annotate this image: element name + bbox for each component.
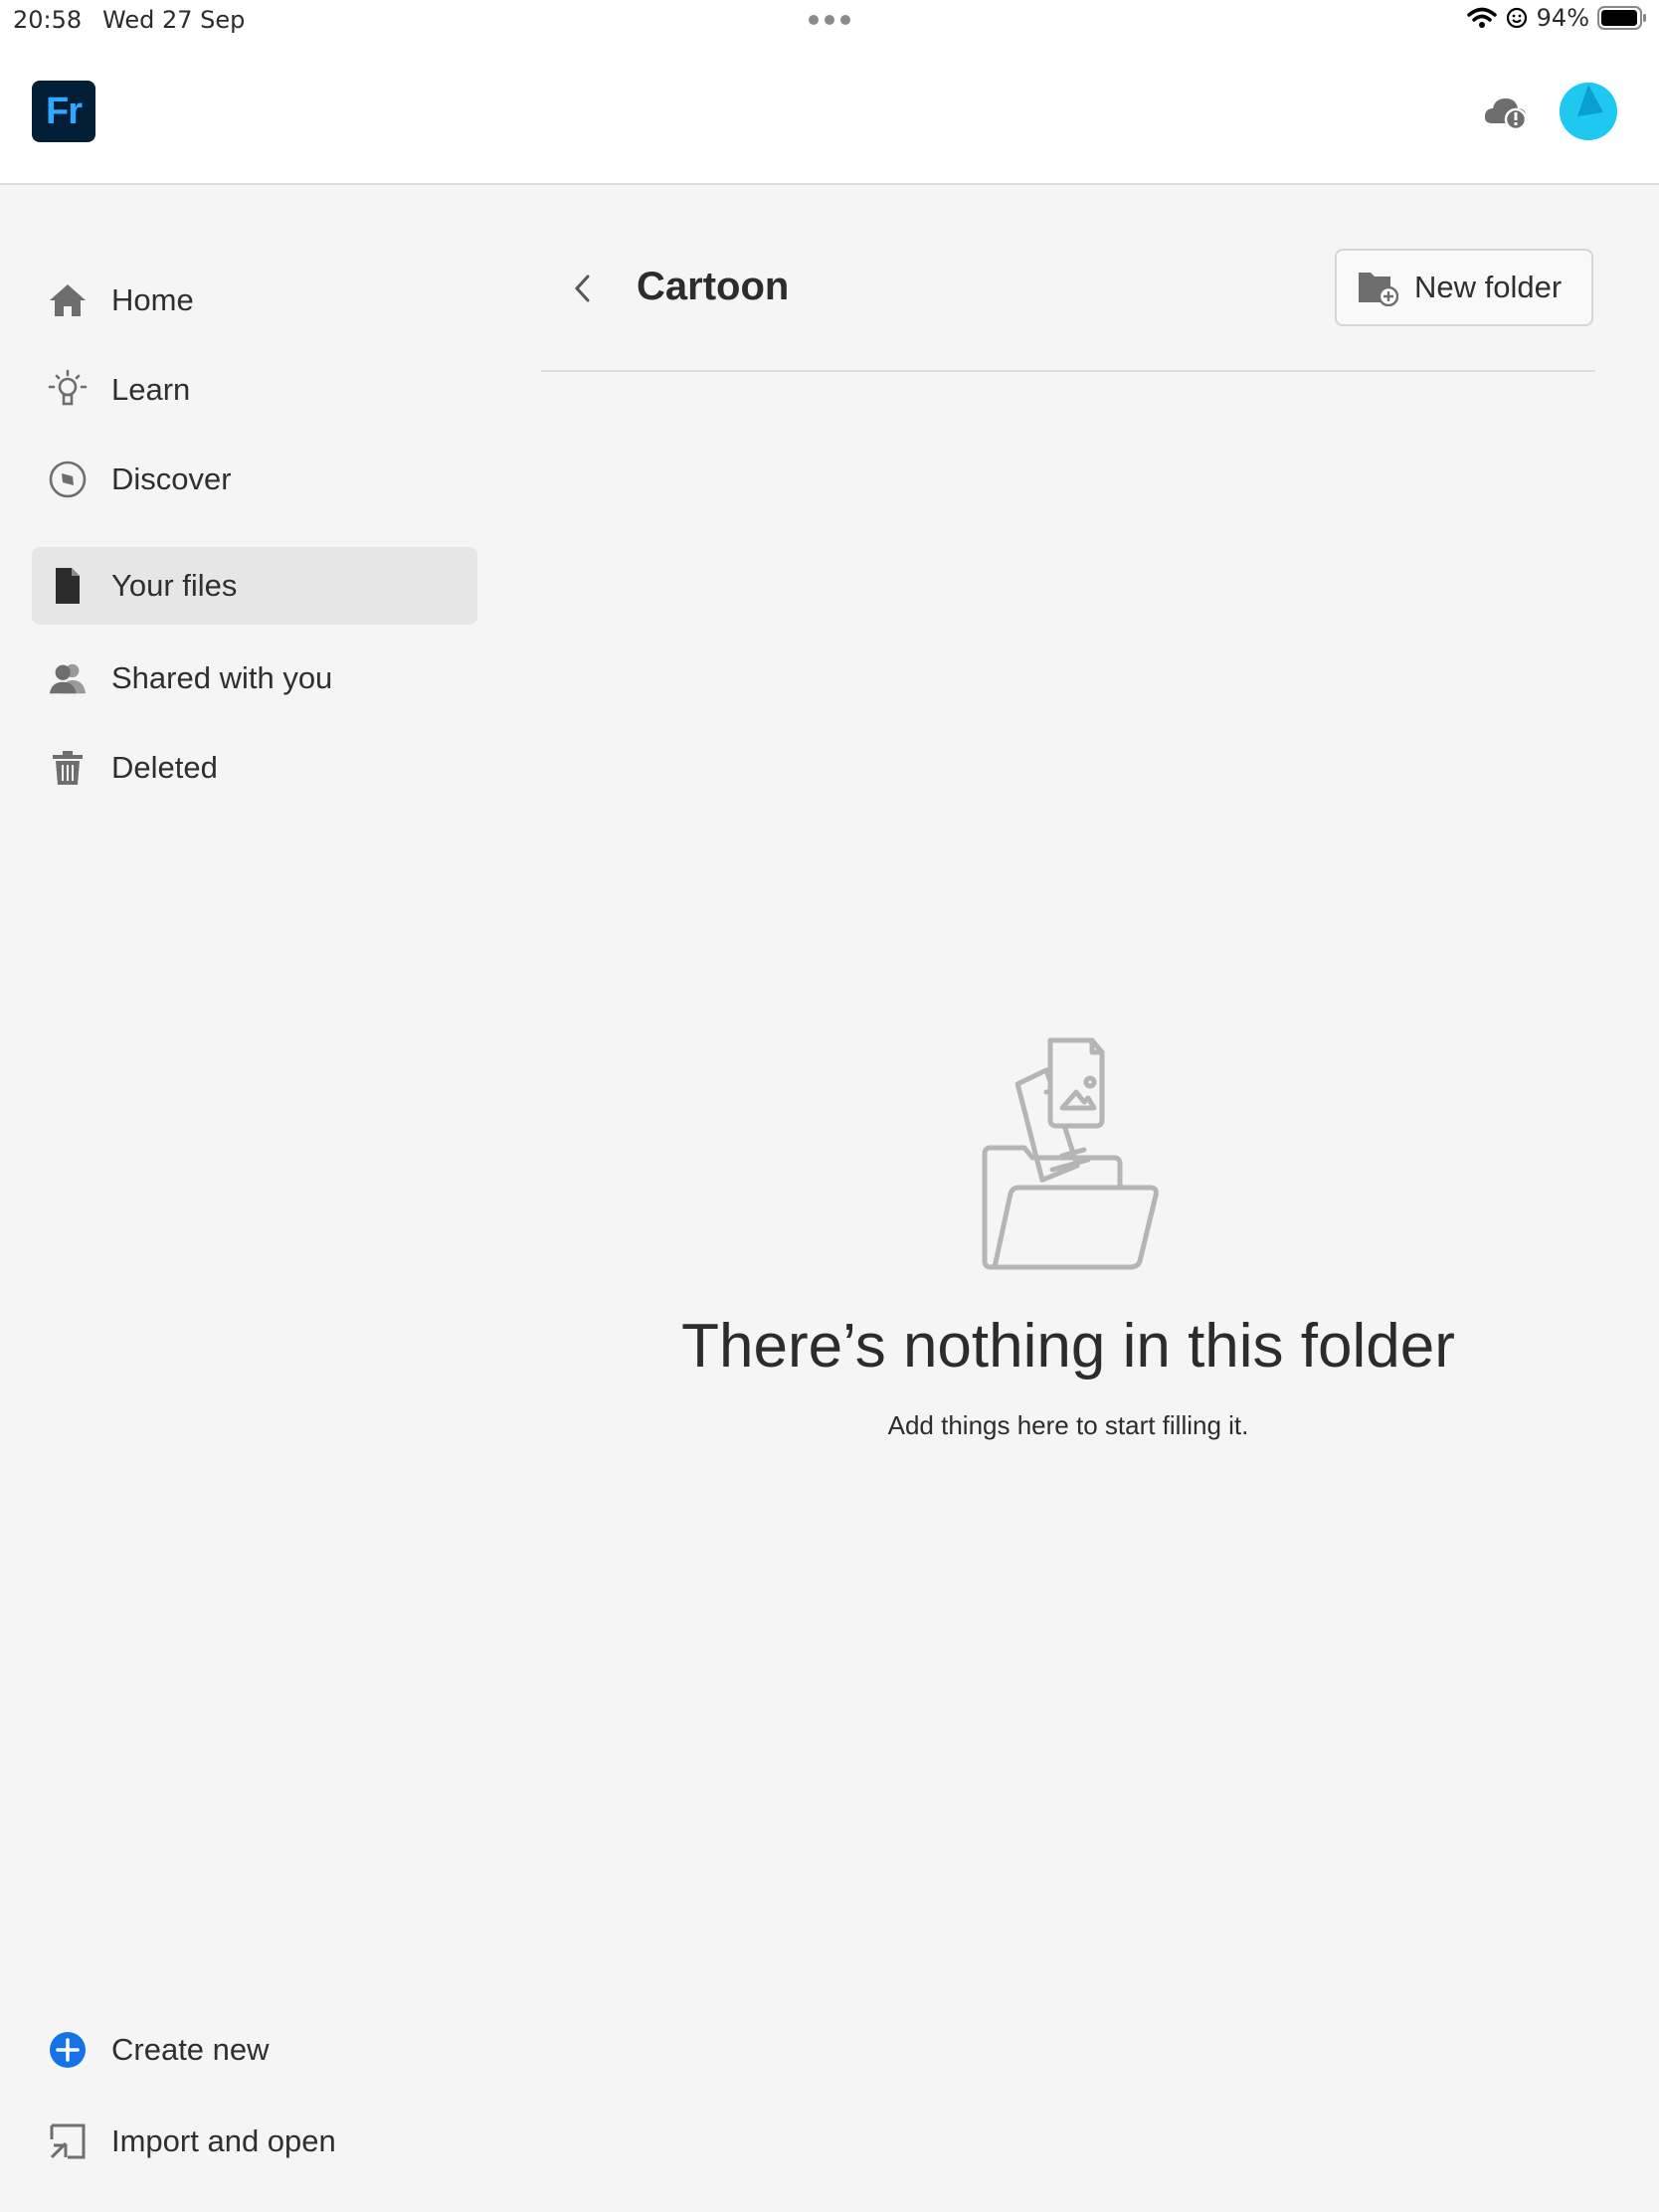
create-new-button[interactable]: Create new	[32, 2015, 270, 2085]
empty-folder-illustration	[982, 1037, 1159, 1270]
sidebar-item-deleted[interactable]: Deleted	[32, 729, 477, 807]
lightbulb-icon	[48, 369, 88, 410]
folder-add-icon	[1359, 273, 1398, 306]
home-icon	[48, 280, 88, 320]
sidebar-item-label: Home	[111, 282, 194, 317]
document-icon	[48, 566, 88, 606]
page-title: Cartoon	[637, 265, 790, 308]
avatar[interactable]	[1560, 83, 1617, 140]
plus-circle-icon	[48, 2030, 88, 2070]
sidebar-item-label: Deleted	[111, 750, 218, 785]
compass-icon	[48, 460, 88, 499]
sidebar-item-learn[interactable]: Learn	[32, 351, 477, 429]
header-divider	[541, 370, 1595, 372]
status-indicators: 94%	[1466, 4, 1647, 32]
sidebar-item-label: Learn	[111, 372, 191, 407]
create-new-label: Create new	[111, 2032, 270, 2067]
app-header: Fr	[0, 40, 1659, 185]
import-icon	[48, 2121, 88, 2161]
cloud-sync-warning-icon[interactable]	[1482, 92, 1532, 131]
sidebar-item-shared-with-you[interactable]: Shared with you	[32, 640, 477, 717]
new-folder-label: New folder	[1414, 270, 1563, 304]
avatar-image	[1560, 83, 1617, 140]
battery-icon	[1597, 6, 1646, 30]
sidebar-item-home[interactable]: Home	[32, 262, 477, 339]
sidebar-item-label: Discover	[111, 461, 232, 496]
wifi-icon	[1466, 7, 1497, 28]
import-and-open-label: Import and open	[111, 2123, 336, 2158]
fresco-logo[interactable]: Fr	[32, 81, 95, 142]
chevron-left-icon	[574, 275, 590, 302]
new-folder-button[interactable]: New folder	[1335, 249, 1593, 326]
status-bar: 20:58 Wed 27 Sep 94%	[0, 0, 1659, 40]
focus-smiley-icon	[1506, 7, 1527, 29]
people-icon	[48, 658, 88, 698]
sidebar-item-discover[interactable]: Discover	[32, 441, 477, 518]
import-and-open-button[interactable]: Import and open	[32, 2107, 336, 2176]
multitasking-dots-icon[interactable]	[808, 14, 851, 26]
status-time: 20:58	[13, 6, 83, 34]
sidebar-item-label: Your files	[111, 568, 238, 603]
battery-percent: 94%	[1536, 4, 1589, 32]
empty-state-title: There’s nothing in this folder	[681, 1312, 1455, 1381]
sidebar-item-label: Shared with you	[111, 660, 333, 695]
empty-state-subtitle: Add things here to start filling it.	[887, 1410, 1249, 1440]
back-button[interactable]	[559, 265, 607, 312]
status-date: Wed 27 Sep	[102, 6, 246, 34]
trash-icon	[48, 748, 88, 788]
sidebar-item-your-files[interactable]: Your files	[32, 547, 477, 625]
